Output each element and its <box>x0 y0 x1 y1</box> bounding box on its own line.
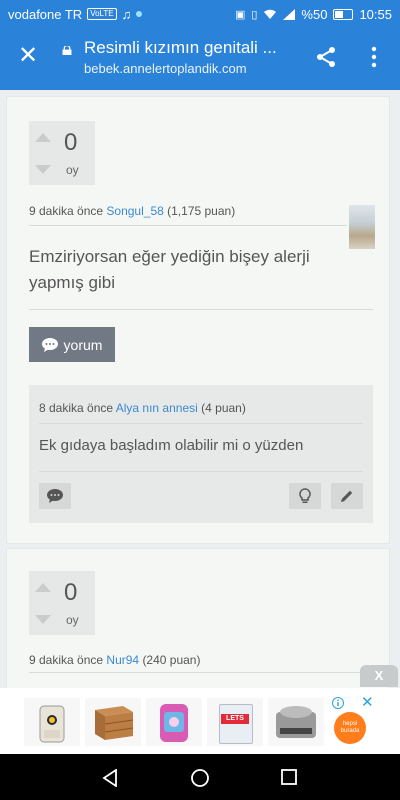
vote-up-icon[interactable] <box>35 583 51 592</box>
answer-card: 0 oy 9 dakika önce Songul_58 (1,175 puan… <box>6 96 390 544</box>
answer-text: Emziriyorsan eğer yediğin bişey alerji y… <box>29 247 310 292</box>
browser-toolbar: ✕ Resimli kızımın genitali ... bebek.ann… <box>0 28 400 90</box>
nfc-icon: ▣ <box>234 8 246 21</box>
battery-percent: %50 <box>301 6 328 22</box>
home-icon[interactable] <box>190 768 210 788</box>
divider <box>29 309 373 310</box>
carrier-label: vodafone TR <box>8 6 83 22</box>
answer-user-link[interactable]: Nur94 <box>106 653 139 667</box>
ad-close-icon[interactable]: ✕ <box>361 693 374 711</box>
vote-label: oy <box>66 613 79 627</box>
backpack-product-image[interactable] <box>24 698 80 746</box>
vote-up-icon[interactable] <box>35 133 51 142</box>
coin-counter-product-image[interactable] <box>268 698 324 746</box>
close-icon[interactable]: ✕ <box>16 44 40 68</box>
comment-button-label: yorum <box>63 336 103 353</box>
comment-points: (4 puan) <box>201 401 246 415</box>
notification-dot-icon <box>136 11 143 17</box>
vibrate-icon: ▯ <box>251 8 258 21</box>
reply-button[interactable] <box>39 483 71 509</box>
back-icon[interactable] <box>102 769 118 787</box>
share-icon[interactable] <box>314 45 338 69</box>
vote-count: 0 <box>64 129 78 156</box>
logo-text: hepsi burada <box>340 721 360 734</box>
edit-button[interactable] <box>331 483 363 509</box>
vote-down-icon[interactable] <box>35 165 51 174</box>
ad-close-button[interactable]: X <box>360 665 398 687</box>
vote-label: oy <box>66 163 79 177</box>
lightbulb-icon <box>299 488 311 503</box>
best-answer-button[interactable] <box>289 483 321 509</box>
brand-label: LETS <box>221 714 249 724</box>
recent-apps-icon[interactable] <box>281 769 297 785</box>
avatar[interactable] <box>349 205 375 249</box>
divider <box>29 225 347 226</box>
answer-time: 9 dakika önce <box>29 653 104 667</box>
comment-text: Ek gıdaya başladım olabilir mi o yüzden <box>39 437 304 454</box>
wooden-crate-product-image[interactable] <box>85 698 141 746</box>
comment-box: 8 dakika önce Alya nın annesi (4 puan) E… <box>29 385 373 523</box>
navigation-bar <box>0 754 400 800</box>
page-title: Resimli kızımın genitali ... <box>84 38 277 57</box>
ad-banner[interactable]: LETS ✕ hepsi burada <box>0 688 400 754</box>
ad-info-icon[interactable] <box>332 697 344 709</box>
chat-bubble-icon <box>41 337 58 352</box>
lock-icon <box>62 46 72 55</box>
divider <box>39 423 363 424</box>
vote-count: 0 <box>64 579 78 606</box>
answer-meta: 9 dakika önce Nur94 (240 puan) <box>29 653 200 667</box>
answer-meta: 9 dakika önce Songul_58 (1,175 puan) <box>29 204 235 218</box>
title-block[interactable]: Resimli kızımın genitali ... bebek.annel… <box>84 38 294 76</box>
chat-bubble-icon <box>47 489 63 503</box>
volte-badge: VoLTE <box>87 8 117 20</box>
paint-bucket-product-image[interactable]: LETS <box>207 698 263 746</box>
music-icon: ♫ <box>121 6 132 22</box>
vote-down-icon[interactable] <box>35 615 51 624</box>
answer-user-link[interactable]: Songul_58 <box>106 204 163 218</box>
signal-icon <box>283 8 296 20</box>
comment-button[interactable]: yorum <box>29 327 115 362</box>
answer-points: (240 puan) <box>142 653 201 667</box>
divider <box>29 672 373 673</box>
hepsiburada-logo[interactable]: hepsi burada <box>334 712 366 744</box>
school-bag-product-image[interactable] <box>146 698 202 746</box>
paint-bucket-body <box>219 704 253 744</box>
comment-time: 8 dakika önce <box>39 401 114 415</box>
comment-meta: 8 dakika önce Alya nın annesi (4 puan) <box>39 401 246 415</box>
page-url: bebek.annelertoplandik.com <box>84 61 247 76</box>
comment-user-link[interactable]: Alya nın annesi <box>116 401 198 415</box>
answer-points: (1,175 puan) <box>167 204 236 218</box>
answer-time: 9 dakika önce <box>29 204 104 218</box>
vote-box: 0 oy <box>29 121 95 185</box>
clock: 10:55 <box>359 6 392 22</box>
answer-card: 0 oy 9 dakika önce Nur94 (240 puan) <box>6 548 390 710</box>
wifi-icon <box>264 9 277 19</box>
battery-icon <box>333 8 354 20</box>
divider <box>39 471 363 472</box>
status-bar: vodafone TR VoLTE ♫ ▣ ▯ %50 10:55 <box>0 0 400 28</box>
vote-box: 0 oy <box>29 571 95 635</box>
pencil-icon <box>341 490 353 502</box>
more-options-icon[interactable] <box>366 45 382 69</box>
